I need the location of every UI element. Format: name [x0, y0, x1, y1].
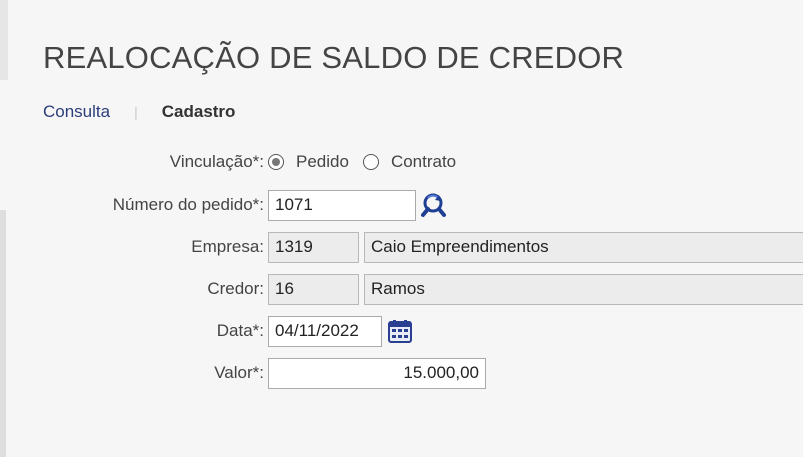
numero-pedido-label: Número do pedido*: [112, 195, 264, 214]
vinculacao-label: Vinculação*: [169, 152, 264, 171]
numero-pedido-row: Número do pedido*: 1071 [8, 189, 449, 221]
search-refresh-icon[interactable] [419, 190, 449, 220]
main-panel: REALOCAÇÃO DE SALDO DE CREDOR Consulta |… [8, 0, 803, 457]
vinculacao-row: Vinculação*: Pedido Contrato [8, 146, 470, 178]
valor-input[interactable]: 15.000,00 [268, 357, 486, 389]
tab-cadastro[interactable]: Cadastro [162, 102, 236, 122]
credor-name-field: Ramos [364, 273, 803, 305]
empresa-label: Empresa: [191, 237, 264, 256]
valor-label: Valor*: [214, 363, 264, 382]
radio-pedido-label[interactable]: Pedido [296, 152, 349, 172]
calendar-icon[interactable] [385, 316, 415, 346]
empresa-name-field: Caio Empreendimentos [364, 231, 803, 263]
data-input[interactable]: 04/11/2022 [268, 315, 382, 347]
radio-pedido[interactable] [268, 154, 284, 170]
credor-row: Credor: 16 Ramos [8, 273, 803, 305]
tab-consulta[interactable]: Consulta [43, 102, 110, 122]
tab-bar: Consulta | Cadastro [43, 102, 235, 122]
numero-pedido-input[interactable]: 1071 [268, 189, 416, 221]
left-strip-top [0, 0, 8, 80]
tab-separator: | [134, 104, 138, 120]
credor-code-field: 16 [268, 273, 359, 305]
page-title: REALOCAÇÃO DE SALDO DE CREDOR [43, 40, 625, 75]
data-label: Data*: [216, 321, 264, 340]
empresa-row: Empresa: 1319 Caio Empreendimentos [8, 231, 803, 263]
data-row: Data*: 04/11/2022 [8, 315, 415, 347]
valor-row: Valor*: 15.000,00 [8, 357, 486, 389]
credor-label: Credor: [207, 279, 264, 298]
radio-contrato-label[interactable]: Contrato [391, 152, 456, 172]
radio-contrato[interactable] [362, 154, 379, 170]
vinculacao-radio-group: Pedido Contrato [268, 152, 470, 172]
empresa-code-field: 1319 [268, 231, 359, 263]
left-strip-bottom [0, 210, 6, 457]
